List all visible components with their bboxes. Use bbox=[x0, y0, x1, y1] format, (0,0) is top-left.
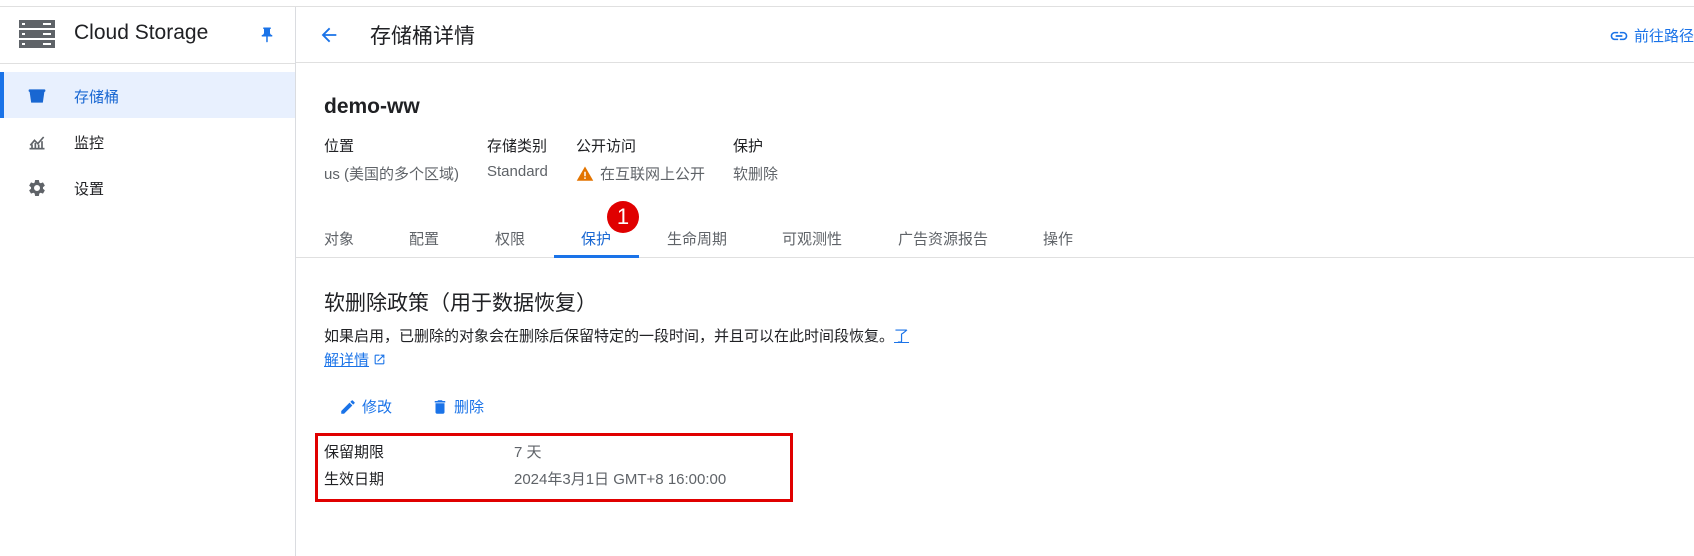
page-title: 存储桶详情 bbox=[370, 25, 475, 48]
sidebar-header: Cloud Storage bbox=[0, 7, 295, 64]
tab-protection[interactable]: 保护 bbox=[581, 228, 611, 249]
edit-button[interactable]: 修改 bbox=[339, 396, 392, 417]
bucket-name: demo-ww bbox=[324, 95, 420, 118]
tab-observability[interactable]: 可观测性 bbox=[782, 228, 842, 249]
tab-lifecycle[interactable]: 生命周期 bbox=[667, 228, 727, 249]
trash-icon bbox=[434, 399, 446, 414]
main-header: 存储桶详情 前往路径 bbox=[296, 7, 1694, 63]
sidebar-item-label: 设置 bbox=[74, 181, 105, 198]
meta-value-storage-class: Standard bbox=[487, 163, 548, 180]
gear-icon bbox=[29, 179, 45, 196]
active-tab-indicator bbox=[554, 255, 639, 258]
retention-period-value: 7 天 bbox=[514, 444, 542, 461]
delete-button[interactable]: 删除 bbox=[431, 396, 484, 417]
pencil-icon bbox=[341, 399, 355, 414]
learn-more-link-cont[interactable]: 解详情 bbox=[324, 352, 369, 369]
warning-icon bbox=[576, 166, 594, 181]
tab-inventory-reports[interactable]: 广告资源报告 bbox=[898, 228, 988, 249]
tab-permissions[interactable]: 权限 bbox=[495, 228, 525, 249]
external-link-icon bbox=[374, 354, 385, 365]
tabs-divider bbox=[296, 257, 1694, 258]
storage-logo-icon bbox=[19, 20, 55, 48]
bucket-icon bbox=[28, 89, 46, 103]
edit-label: 修改 bbox=[362, 399, 393, 416]
tab-objects[interactable]: 对象 bbox=[324, 228, 354, 249]
meta-label-storage-class: 存储类别 bbox=[487, 138, 548, 155]
meta-value-protection: 软删除 bbox=[733, 166, 779, 183]
effective-date-value: 2024年3月1日 GMT+8 16:00:00 bbox=[514, 471, 727, 488]
sidebar-item-buckets[interactable]: 存储桶 bbox=[0, 72, 295, 118]
app-title: Cloud Storage bbox=[74, 21, 209, 44]
section-description: 如果启用，已删除的对象会在删除后保留特定的一段时间，并且可以在此时间段恢复。了 … bbox=[324, 328, 910, 369]
goto-path-link[interactable]: 前往路径 bbox=[1609, 25, 1694, 46]
sidebar-item-settings[interactable]: 设置 bbox=[0, 164, 295, 210]
delete-label: 删除 bbox=[454, 399, 485, 416]
meta-label-location: 位置 bbox=[324, 138, 355, 155]
monitoring-icon bbox=[29, 136, 45, 150]
goto-path-label: 前往路径 bbox=[1633, 28, 1694, 45]
tab-configuration[interactable]: 配置 bbox=[409, 228, 439, 249]
effective-date-label: 生效日期 bbox=[324, 471, 385, 488]
tab-operations[interactable]: 操作 bbox=[1043, 228, 1073, 249]
sidebar-item-monitoring[interactable]: 监控 bbox=[0, 118, 295, 164]
learn-more-link[interactable]: 了 bbox=[894, 328, 909, 345]
sidebar-item-label: 监控 bbox=[74, 135, 105, 152]
sidebar-item-label: 存储桶 bbox=[74, 89, 120, 106]
sidebar: Cloud Storage 存储桶 监控 设置 bbox=[0, 7, 296, 556]
meta-label-public-access: 公开访问 bbox=[576, 138, 637, 155]
meta-label-protection: 保护 bbox=[733, 138, 764, 155]
meta-value-public-access: 在互联网上公开 bbox=[576, 163, 705, 184]
link-icon bbox=[1610, 31, 1628, 40]
section-title: 软删除政策（用于数据恢复） bbox=[324, 292, 597, 315]
meta-value-location: us (美国的多个区域) bbox=[324, 166, 460, 183]
pin-icon[interactable] bbox=[258, 26, 276, 44]
back-arrow-icon[interactable] bbox=[318, 24, 340, 46]
retention-period-label: 保留期限 bbox=[324, 444, 385, 461]
annotation-badge: 1 bbox=[607, 201, 639, 233]
